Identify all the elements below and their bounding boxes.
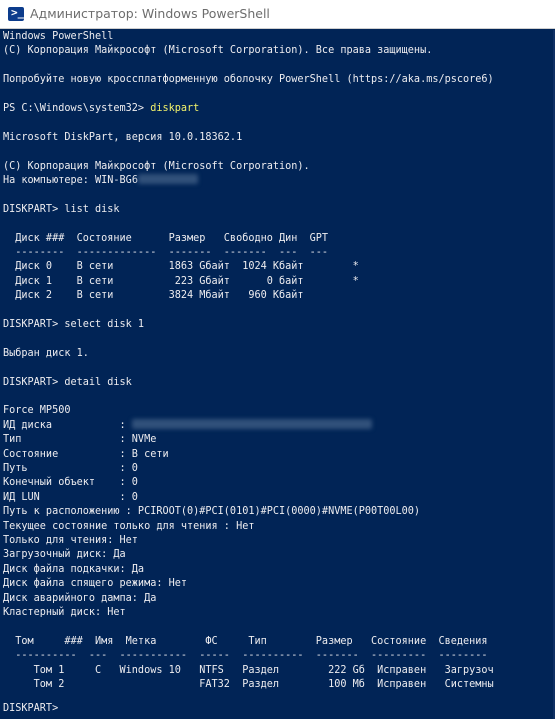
- disk-property: Только для чтения: Нет: [3, 535, 138, 546]
- window-title: Администратор: Windows PowerShell: [30, 6, 270, 21]
- disk-id-line: ИД диска :: [3, 418, 372, 433]
- volume-table-row: Том 2 FAT32 Раздел 100 Мб Исправен Систе…: [3, 679, 494, 690]
- volume-table-separator: ---------- --- ----------- ----- -------…: [3, 650, 488, 662]
- disk-property: Конечный объект : 0: [3, 477, 138, 489]
- console-line: Microsoft DiskPart, версия 10.0.18362.1: [3, 131, 243, 143]
- console-line: Попробуйте новую кроссплатформенную обол…: [3, 74, 494, 86]
- redacted-computer-name: [137, 174, 198, 184]
- diskpart-command-line: DISKPART> select disk 1: [3, 319, 145, 330]
- diskpart-command-line: DISKPART> list disk: [3, 203, 120, 215]
- powershell-icon-glyph: >_: [11, 6, 25, 19]
- final-prompt[interactable]: DISKPART>: [3, 702, 58, 716]
- console-line: Выбран диск 1.: [3, 347, 89, 359]
- volume-table-row: Том 1 C Windows 10 NTFS Раздел 222 Gб Ис…: [3, 664, 494, 676]
- console-line: Windows PowerShell: [3, 31, 114, 42]
- disk-table-row: Диск 2 В сети 3824 Мбайт 960 Кбайт: [3, 290, 304, 302]
- computer-name: WIN-BG6: [95, 175, 138, 186]
- disk-model: Force MP500: [3, 405, 71, 417]
- disk-table-row: Диск 1 В сети 223 Gбайт 0 байт *: [3, 275, 359, 287]
- disk-property: Кластерный диск: Нет: [3, 607, 126, 618]
- disk-property: ИД LUN : 0: [3, 491, 138, 503]
- disk-property: Диск файла подкачки: Да: [3, 563, 145, 575]
- ps-command: diskpart: [150, 103, 200, 114]
- disk-table-row: Диск 0 В сети 1863 Gбайт 1024 Кбайт *: [3, 261, 359, 273]
- disk-property: Путь к расположению : PCIROOT(0)#PCI(010…: [3, 506, 421, 518]
- disk-property: Путь : 0: [3, 463, 138, 474]
- computer-line: На компьютере: WIN-BG6: [3, 174, 198, 188]
- title-bar[interactable]: >_ Администратор: Windows PowerShell: [0, 0, 555, 29]
- disk-property: Загрузочный диск: Да: [3, 549, 126, 561]
- console-line: (C) Корпорация Майкрософт (Microsoft Cor…: [3, 160, 310, 172]
- volume-table-header: Том ### Имя Метка ФС Тип Размер Состояни…: [3, 635, 488, 647]
- disk-table-header: Диск ### Состояние Размер Свободно Дин G…: [3, 232, 329, 244]
- redacted-disk-id: [131, 418, 372, 429]
- disk-property: Тип : NVMe: [3, 434, 157, 446]
- ps-command-line: PS C:\Windows\system32> diskpart: [3, 102, 199, 116]
- disk-property: Текущее состояние только для чтения : Не…: [3, 520, 255, 532]
- disk-property: Диск файла спящего режима: Нет: [3, 578, 188, 590]
- ps-prompt: PS C:\Windows\system32>: [3, 103, 151, 114]
- disk-property: Состояние : В сети: [3, 448, 169, 460]
- diskpart-command-line: DISKPART> detail disk: [3, 376, 132, 388]
- disk-id-label: ИД диска :: [3, 419, 132, 431]
- disk-table-separator: -------- ------------- ------- ------- -…: [3, 247, 329, 258]
- disk-property: Диск аварийного дампа: Да: [3, 592, 157, 604]
- computer-label: На компьютере:: [3, 175, 96, 186]
- powershell-icon: >_: [8, 6, 25, 21]
- console-line: (C) Корпорация Майкрософт (Microsoft Cor…: [3, 45, 433, 57]
- console-output[interactable]: Windows PowerShell (C) Корпорация Майкро…: [0, 30, 555, 719]
